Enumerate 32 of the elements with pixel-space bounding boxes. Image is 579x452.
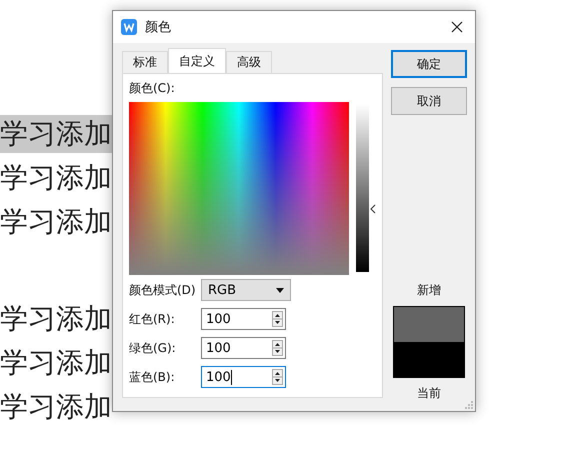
color-label: 颜色(C):	[129, 80, 176, 97]
tab[interactable]: 自定义	[168, 48, 226, 73]
spinner-icon[interactable]	[272, 311, 283, 327]
color-spectrum[interactable]	[129, 102, 349, 275]
close-icon[interactable]	[451, 21, 463, 33]
current-label: 当前	[417, 385, 441, 402]
new-label: 新增	[417, 282, 441, 299]
channel-input[interactable]: 100	[201, 337, 286, 359]
document-text: 学习添加	[0, 160, 112, 196]
resize-grip-icon[interactable]	[465, 401, 473, 409]
channel-label: 蓝色(B):	[129, 368, 176, 386]
dialog-button[interactable]: 取消	[391, 87, 467, 115]
spinner-icon[interactable]	[272, 369, 283, 385]
document-text: 学习添加	[0, 345, 112, 381]
dropdown-arrow-icon	[276, 288, 284, 292]
document-text: 学习添加	[0, 389, 112, 425]
channel-input[interactable]: 100	[201, 366, 286, 388]
tab[interactable]: 高级	[226, 51, 272, 73]
channel-label: 绿色(G):	[129, 340, 177, 356]
document-text: 学习添加	[0, 115, 112, 153]
document-text: 学习添加	[0, 301, 112, 337]
tab[interactable]: 标准	[122, 51, 168, 73]
channel-label: 红色(R):	[129, 310, 176, 328]
dialog-button[interactable]: 确定	[391, 50, 467, 78]
document-text: 学习添加	[0, 204, 112, 240]
spinner-icon[interactable]	[272, 340, 283, 356]
app-icon	[121, 19, 137, 35]
mode-label: 颜色模式(D)	[129, 282, 197, 298]
mode-dropdown[interactable]: RGB	[201, 279, 291, 301]
window-title: 颜色	[145, 19, 172, 36]
luminance-bar[interactable]	[356, 104, 369, 272]
channel-input[interactable]: 100	[201, 308, 286, 330]
